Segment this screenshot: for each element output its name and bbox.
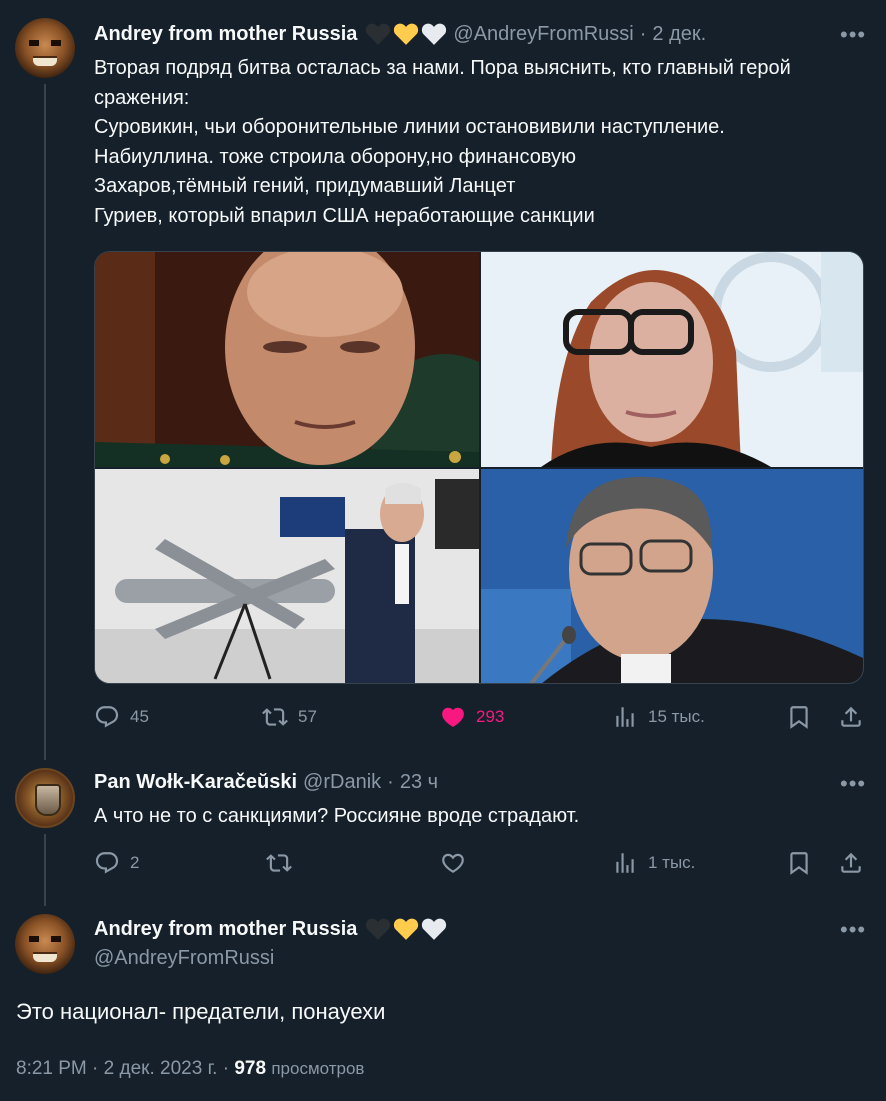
- separator-dot: ·: [222, 1058, 230, 1079]
- author-handle[interactable]: @AndreyFromRussi: [94, 947, 274, 970]
- separator-dot: ·: [387, 771, 394, 793]
- author-handle[interactable]: @rDanik: [303, 771, 381, 794]
- reply-button[interactable]: 2: [94, 850, 139, 876]
- share-icon: [841, 852, 861, 873]
- reply-header: Pan Wołk-Karačeŭski @rDanik · 23 ч: [94, 771, 438, 794]
- retweet-icon: [266, 854, 292, 872]
- retweet-button[interactable]: [266, 850, 292, 876]
- tweet-date[interactable]: 2 дек.: [652, 23, 706, 46]
- bookmark-icon: [790, 852, 808, 875]
- tweet-header: Andrey from mother Russia @AndreyFromRus…: [94, 22, 706, 46]
- retweet-count: 57: [298, 707, 317, 726]
- reply-body: А что не то с санкциями? Россияне вроде …: [94, 802, 579, 832]
- separator-dot: ·: [92, 1058, 99, 1079]
- tweet-line: Вторая подряд битва осталась за нами. По…: [94, 57, 791, 79]
- avatar[interactable]: [15, 768, 75, 828]
- analytics-icon: [616, 707, 634, 727]
- like-button[interactable]: [440, 850, 466, 876]
- views-label: просмотров: [271, 1059, 365, 1078]
- reply-count: 45: [130, 707, 149, 726]
- black-heart-icon: [366, 918, 391, 940]
- reply-icon: [95, 852, 119, 874]
- separator-dot: ·: [639, 22, 647, 45]
- tweet-time[interactable]: 8:21 PM: [16, 1058, 87, 1079]
- tweet-line: Суровикин, чьи оборонительные линии оста…: [94, 116, 725, 138]
- main-tweet-text: Это национал- предатели, понауехи: [16, 999, 386, 1024]
- views-button[interactable]: 15 тыс.: [612, 704, 705, 730]
- photo-general[interactable]: [95, 252, 479, 467]
- main-header-handle: @AndreyFromRussi: [94, 947, 274, 970]
- bookmark-button[interactable]: [786, 704, 812, 730]
- tweet-line: Набиуллина. тоже строила оборону,но фина…: [94, 145, 577, 168]
- views-button[interactable]: 1 тыс.: [612, 850, 695, 876]
- analytics-icon: [616, 853, 634, 873]
- views-count: 15 тыс.: [648, 707, 705, 726]
- media-grid: [94, 251, 864, 684]
- retweet-button[interactable]: 57: [262, 704, 317, 730]
- thread-line: [44, 84, 46, 760]
- photo-drone[interactable]: [95, 469, 479, 683]
- avatar[interactable]: [15, 914, 75, 974]
- photo-economist[interactable]: [481, 469, 863, 683]
- tweet-date[interactable]: 23 ч: [400, 771, 438, 794]
- emoji-hearts: [365, 22, 447, 46]
- author-name[interactable]: Pan Wołk-Karačeŭski: [94, 771, 297, 794]
- share-button[interactable]: [838, 704, 864, 730]
- more-options-icon[interactable]: •••: [840, 24, 866, 46]
- tweet-line: Гуриев, который впарил США неработающие …: [94, 204, 595, 227]
- thread-line: [44, 834, 46, 906]
- tweet-line: Захаров,тёмный гений, придумавший Ланцет: [94, 175, 516, 197]
- tweet-line: сражения:: [94, 86, 190, 109]
- views-count[interactable]: 978: [234, 1058, 266, 1079]
- tweet-timestamp: 8:21 PM · 2 дек. 2023 г. · 978 просмотро…: [16, 1058, 364, 1080]
- share-icon: [841, 706, 861, 727]
- yellow-heart-icon: [394, 23, 419, 45]
- share-button[interactable]: [838, 850, 864, 876]
- like-button[interactable]: 293: [440, 704, 504, 730]
- author-name[interactable]: Andrey from mother Russia: [94, 918, 357, 941]
- reply-actions: 2 1 тыс.: [94, 850, 864, 880]
- photo-banker[interactable]: [481, 252, 863, 467]
- reply-count: 2: [130, 853, 140, 872]
- white-heart-icon: [422, 23, 447, 45]
- bookmark-icon: [790, 706, 808, 729]
- white-heart-icon: [422, 918, 447, 940]
- reply-button[interactable]: 45: [94, 704, 149, 730]
- views-count: 1 тыс.: [648, 853, 696, 872]
- tweet-actions: 45 57 293 15 тыс.: [94, 704, 864, 734]
- bookmark-button[interactable]: [786, 850, 812, 876]
- tweet-line: А что не то с санкциями? Россияне вроде …: [94, 805, 580, 827]
- avatar[interactable]: [15, 18, 75, 78]
- black-heart-icon: [366, 23, 391, 45]
- main-header-name: Andrey from mother Russia: [94, 917, 447, 941]
- more-options-icon[interactable]: •••: [840, 919, 866, 941]
- emoji-hearts: [365, 917, 447, 941]
- more-options-icon[interactable]: •••: [840, 773, 866, 795]
- yellow-heart-icon: [394, 918, 419, 940]
- like-count: 293: [476, 707, 505, 726]
- tweet-full-date[interactable]: 2 дек. 2023 г.: [104, 1058, 218, 1079]
- heart-filled-icon: [442, 707, 464, 727]
- retweet-icon: [262, 708, 288, 726]
- reply-icon: [95, 706, 119, 728]
- tweet-body: Вторая подряд битва осталась за нами. По…: [94, 54, 791, 231]
- author-handle[interactable]: @AndreyFromRussi: [453, 23, 633, 46]
- heart-icon: [442, 853, 464, 873]
- author-name[interactable]: Andrey from mother Russia: [94, 23, 357, 46]
